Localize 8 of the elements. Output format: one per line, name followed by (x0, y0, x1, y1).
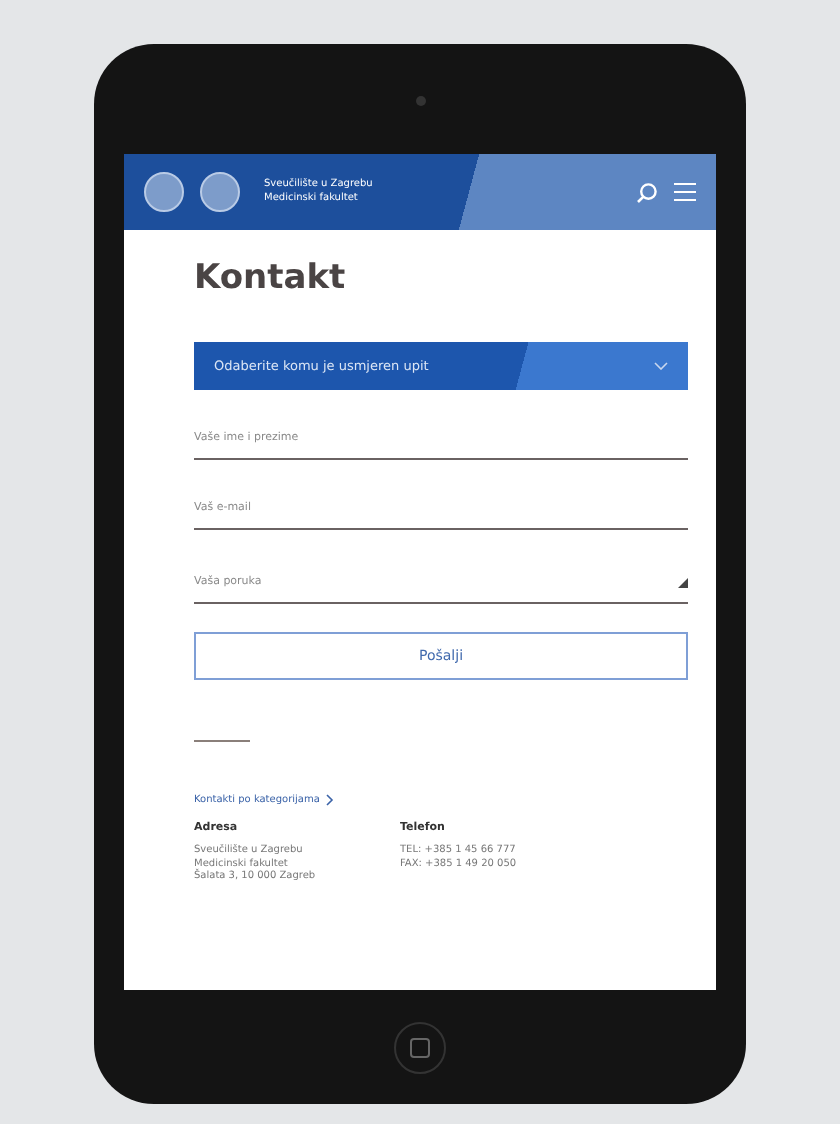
chevron-right-icon (325, 794, 334, 806)
camera-dot (415, 96, 425, 106)
search-icon[interactable] (636, 181, 658, 203)
resize-handle-icon (678, 577, 688, 587)
page-title: Kontakt (194, 258, 348, 298)
menu-icon[interactable] (674, 182, 696, 202)
home-button[interactable] (394, 1022, 446, 1074)
chevron-icon (654, 362, 668, 370)
